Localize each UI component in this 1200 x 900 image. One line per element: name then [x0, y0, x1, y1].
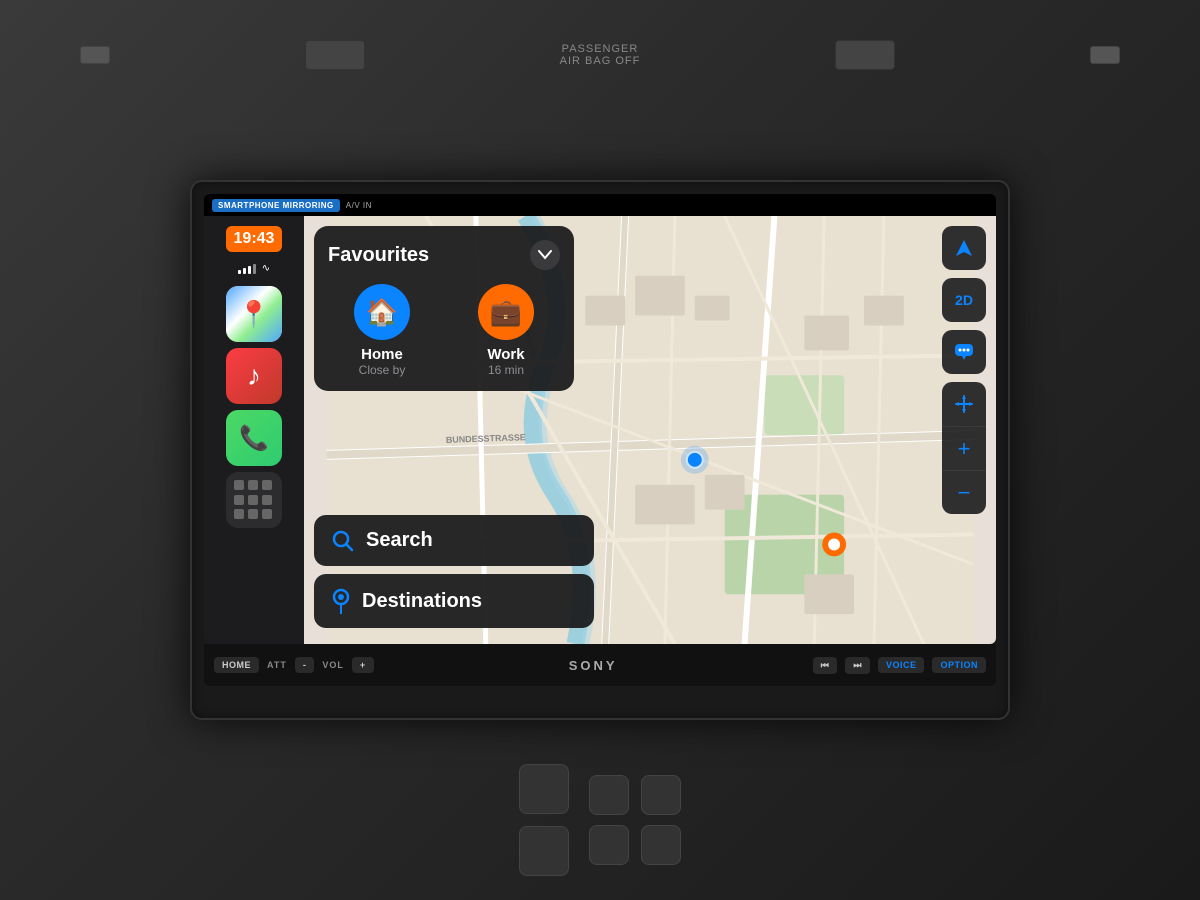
fav-work-item[interactable]: 💼 Work 16 min: [452, 284, 560, 377]
bottom-button-group-1: [519, 764, 569, 876]
top-knob-right: [1090, 46, 1120, 64]
card-title: Favourites: [328, 244, 429, 267]
att-label: ATT: [267, 660, 287, 670]
work-sublabel: 16 min: [488, 363, 524, 377]
bottom-buttons: Search Destinations: [314, 515, 594, 628]
vol-label: VOL: [322, 660, 344, 670]
location-arrow-icon: [954, 238, 974, 258]
home-label: Home: [361, 346, 403, 363]
grid-dot: [262, 495, 272, 505]
music-icon: ♪: [247, 360, 261, 392]
search-button[interactable]: Search: [314, 515, 594, 566]
bottom-btn-1[interactable]: [519, 764, 569, 814]
grid-dot: [234, 480, 244, 490]
phone-icon: 📞: [239, 424, 269, 453]
card-header: Favourites: [328, 240, 560, 270]
maps-icon: 📍: [238, 299, 270, 330]
zoom-in-button[interactable]: +: [942, 426, 986, 470]
option-button[interactable]: OPTION: [932, 657, 986, 673]
signal-bar-3: [248, 266, 251, 274]
vol-minus-button[interactable]: -: [295, 657, 315, 673]
signal-bar-1: [238, 270, 241, 274]
center-brand: SONY: [569, 658, 618, 673]
map-controls: 2D: [942, 226, 986, 514]
home-sublabel: Close by: [359, 363, 406, 377]
2d-button[interactable]: 2D: [942, 278, 986, 322]
time-display: 19:43: [226, 226, 283, 252]
vol-plus-button[interactable]: +: [352, 657, 374, 673]
app-maps[interactable]: 📍: [226, 286, 282, 342]
work-label: Work: [487, 346, 524, 363]
top-vent-right: [835, 40, 895, 70]
bottom-btn-2[interactable]: [519, 826, 569, 876]
signal-bar-2: [243, 268, 246, 274]
pan-icon: [954, 394, 974, 414]
sidebar: 19:43 ∿ 📍: [204, 216, 304, 644]
bottom-btn-5[interactable]: [589, 825, 629, 865]
location-button[interactable]: [942, 226, 986, 270]
zoom-out-button[interactable]: −: [942, 470, 986, 514]
home-icon-circle: 🏠: [354, 284, 410, 340]
airbag-label: PASSENGER AIR BAG OFF: [560, 43, 641, 67]
car-interior: PASSENGER AIR BAG OFF SMARTPHONE MIRRORI…: [0, 0, 1200, 900]
app-phone[interactable]: 📞: [226, 410, 282, 466]
search-icon: [332, 530, 354, 552]
bottom-button-group-2: [589, 775, 681, 865]
work-icon-circle: 💼: [478, 284, 534, 340]
work-icon: 💼: [490, 297, 522, 328]
left-controls: HOME ATT - VOL +: [214, 657, 374, 673]
status-bar: SMARTPHONE MIRRORING A/V IN: [204, 194, 996, 216]
traffic-icon: [954, 343, 974, 361]
head-unit: SMARTPHONE MIRRORING A/V IN 19:43: [190, 180, 1010, 720]
av-badge: A/V IN: [346, 201, 372, 210]
grid-dot: [262, 480, 272, 490]
wifi-icon: ∿: [262, 263, 270, 274]
signal-area: ∿: [238, 262, 270, 274]
grid-dot: [234, 509, 244, 519]
fav-home-item[interactable]: 🏠 Home Close by: [328, 284, 436, 377]
prev-track-button[interactable]: ⏮: [813, 657, 838, 674]
search-label: Search: [366, 529, 433, 552]
chevron-down-icon: [538, 250, 552, 260]
pan-button[interactable]: [942, 382, 986, 426]
grid-dot: [248, 495, 258, 505]
home-icon: 🏠: [366, 297, 398, 328]
pan-zoom-group: + −: [942, 382, 986, 514]
home-button[interactable]: HOME: [214, 657, 259, 673]
app-grid[interactable]: [226, 472, 282, 528]
bottom-btn-3[interactable]: [589, 775, 629, 815]
grid-dot: [248, 480, 258, 490]
sony-logo: SONY: [569, 658, 618, 673]
favourites-card: Favourites 🏠: [314, 226, 574, 391]
bottom-btn-6[interactable]: [641, 825, 681, 865]
traffic-button[interactable]: [942, 330, 986, 374]
screen: SMARTPHONE MIRRORING A/V IN 19:43: [204, 194, 996, 644]
card-chevron-button[interactable]: [530, 240, 560, 270]
top-vent-left: [305, 40, 365, 70]
app-music[interactable]: ♪: [226, 348, 282, 404]
next-track-button[interactable]: ⏭: [845, 657, 870, 674]
grid-dot: [262, 509, 272, 519]
bottom-btn-4[interactable]: [641, 775, 681, 815]
grid-dot: [248, 509, 258, 519]
signal-bar-4: [253, 264, 256, 274]
carplay-area: 19:43 ∿ 📍: [204, 216, 996, 644]
destinations-icon: [332, 588, 350, 614]
top-controls: PASSENGER AIR BAG OFF: [0, 0, 1200, 110]
grid-dot: [234, 495, 244, 505]
destinations-button[interactable]: Destinations: [314, 574, 594, 628]
bottom-controls: [0, 760, 1200, 880]
destinations-label: Destinations: [362, 590, 482, 613]
control-bar: HOME ATT - VOL + SONY ⏮ ⏭ VOICE OPTION: [204, 644, 996, 686]
card-items: 🏠 Home Close by 💼 Work: [328, 284, 560, 377]
signal-bars: [238, 262, 256, 274]
map-area: BUNDESSTRASSE Isebekkanal: [304, 216, 996, 644]
top-knob-left: [80, 46, 110, 64]
right-controls: ⏮ ⏭ VOICE OPTION: [813, 657, 986, 674]
voice-button[interactable]: VOICE: [878, 657, 925, 673]
mirroring-badge: SMARTPHONE MIRRORING: [212, 199, 340, 212]
